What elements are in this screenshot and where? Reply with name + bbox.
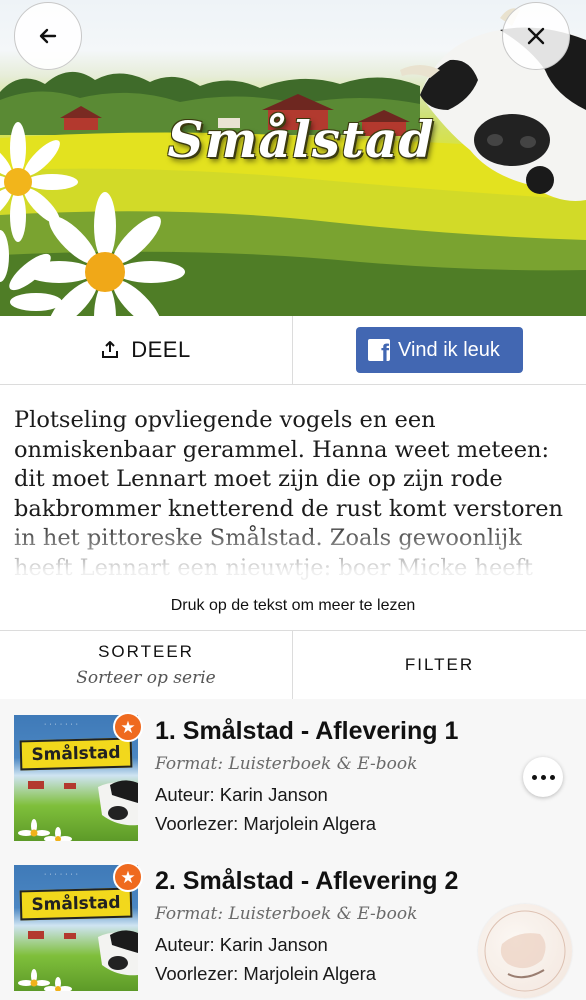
- page-title: Smålstad: [167, 110, 435, 169]
- read-more-link[interactable]: Druk op de tekst om meer te lezen: [0, 597, 586, 615]
- watermark-illustration: [484, 910, 566, 992]
- episode-format: Format: Luisterboek & E-book: [155, 904, 418, 924]
- episode-reader: Voorlezer: Marjolein Algera: [155, 813, 377, 834]
- share-label: DEEL: [131, 337, 191, 362]
- close-button[interactable]: [502, 2, 570, 70]
- more-dots-icon: [531, 774, 537, 780]
- star-icon: ★: [113, 862, 143, 892]
- like-cell: f Vind ik leuk: [292, 316, 586, 384]
- facebook-like-button[interactable]: f Vind ik leuk: [356, 327, 523, 373]
- facebook-icon: f: [368, 339, 390, 361]
- episode-title[interactable]: 1. Smålstad - Aflevering 1: [155, 717, 458, 746]
- hero-banner: Smålstad: [0, 0, 586, 316]
- sort-filter-bar: SORTEER Sorteer op serie FILTER: [0, 630, 586, 700]
- share-button[interactable]: DEEL: [101, 337, 190, 363]
- more-dot: [549, 774, 555, 780]
- episode-format: Format: Luisterboek & E-book: [155, 754, 418, 774]
- star-icon: ★: [113, 712, 143, 742]
- filter-label: FILTER: [404, 655, 475, 674]
- more-dot: [540, 774, 546, 780]
- sort-value: Sorteer op serie: [76, 668, 216, 688]
- action-row: DEEL f Vind ik leuk: [0, 316, 586, 385]
- episode-reader: Voorlezer: Marjolein Algera: [155, 963, 377, 984]
- arrow-left-icon: [39, 28, 57, 44]
- share-cell: DEEL: [0, 316, 292, 384]
- share-upload-icon: [102, 341, 119, 358]
- more-options-button[interactable]: [523, 757, 563, 797]
- filter-button[interactable]: FILTER: [292, 631, 586, 699]
- sort-label: SORTEER: [98, 642, 194, 661]
- back-button[interactable]: [14, 2, 82, 70]
- watermark-logo: [478, 904, 572, 998]
- like-label: Vind ik leuk: [398, 338, 500, 361]
- list-item[interactable]: · · · · · · · Smålstad ★ 1. Smålstad - A…: [0, 699, 586, 847]
- episode-author: Auteur: Karin Janson: [155, 784, 328, 805]
- episode-author: Auteur: Karin Janson: [155, 934, 328, 955]
- sort-button[interactable]: SORTEER Sorteer op serie: [0, 631, 292, 699]
- close-icon: [527, 27, 545, 45]
- description-fade: [0, 520, 586, 584]
- episode-title[interactable]: 2. Smålstad - Aflevering 2: [155, 867, 458, 896]
